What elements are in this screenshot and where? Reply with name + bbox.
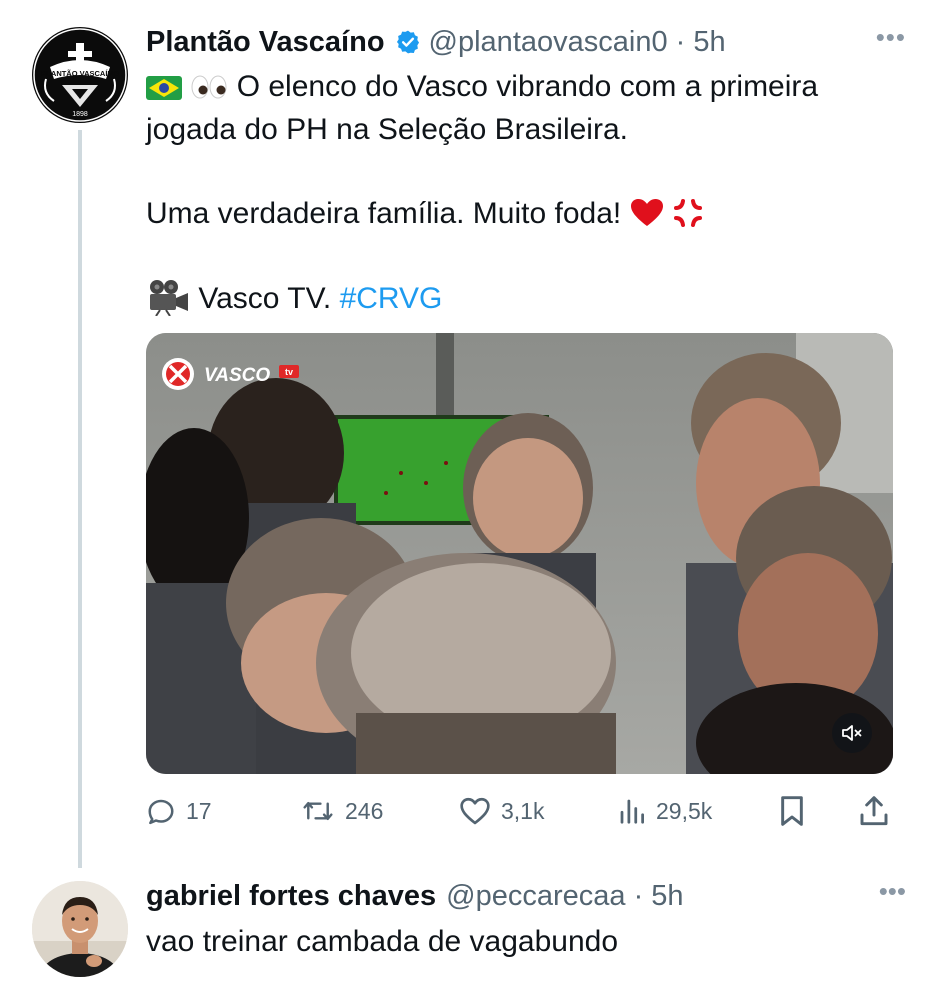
retweet-count: 246 xyxy=(345,797,384,824)
reply-avatar-photo xyxy=(32,881,128,977)
reply-author-handle[interactable]: @peccarecaa xyxy=(446,880,625,913)
bookmark-button[interactable] xyxy=(778,790,816,832)
movie-camera-icon xyxy=(146,278,190,322)
vasco-crest-logo: PLANTÃO VASCAÍNO 1898 xyxy=(33,28,127,122)
author-name[interactable]: Plantão Vascaíno xyxy=(146,26,385,59)
author-handle[interactable]: @plantaovascain0 xyxy=(429,26,668,59)
retweet-icon xyxy=(303,801,333,821)
reply-author-avatar[interactable] xyxy=(32,881,128,977)
hashtag-link[interactable]: #CRVG xyxy=(340,282,443,315)
heart-icon xyxy=(460,797,490,825)
reply-author-name[interactable]: gabriel fortes chaves xyxy=(146,880,436,913)
tweet-header: Plantão Vascaíno @plantaovascain0 · 5h xyxy=(146,22,906,62)
avatar-crest-text: PLANTÃO VASCAÍNO xyxy=(41,69,119,78)
avatar-year: 1898 xyxy=(72,111,88,118)
share-icon xyxy=(860,796,888,826)
brazil-flag-icon xyxy=(146,67,182,109)
red-heart-icon xyxy=(630,194,664,236)
dot-separator: · xyxy=(667,25,694,58)
eyes-icon xyxy=(190,67,228,109)
reply-header: gabriel fortes chaves @peccarecaa · 5h xyxy=(146,876,906,916)
thread-connector-line xyxy=(78,130,82,868)
author-avatar[interactable]: PLANTÃO VASCAÍNO 1898 xyxy=(32,27,128,123)
bookmark-icon xyxy=(781,796,803,826)
tweet-line-3: Uma verdadeira família. Muito foda! xyxy=(146,197,622,231)
media-logo-badge: tv xyxy=(285,367,293,377)
views-button[interactable]: 29,5k xyxy=(618,790,712,832)
mute-button[interactable] xyxy=(832,713,872,753)
tweet-video[interactable]: VASCO tv xyxy=(146,333,893,774)
anger-symbol-icon xyxy=(672,194,704,236)
reply-dot-separator: · xyxy=(625,879,652,912)
tweet-line-1: O elenco do Vasco vibrando com a primeir… xyxy=(236,70,819,103)
tweet-actions: 17 246 3,1k 29,5k xyxy=(146,790,896,832)
like-button[interactable]: 3,1k xyxy=(459,790,544,832)
more-options-icon[interactable]: ••• xyxy=(876,22,906,53)
reply-button[interactable]: 17 xyxy=(146,790,212,832)
reply-time[interactable]: 5h xyxy=(651,880,683,913)
tweet-text: O elenco do Vasco vibrando com a primeir… xyxy=(146,66,906,322)
share-button[interactable] xyxy=(859,790,899,832)
reply-more-options-icon[interactable]: ••• xyxy=(879,876,906,907)
reply-count: 17 xyxy=(186,797,212,824)
reply-text: vao treinar cambada de vagabundo xyxy=(146,925,619,958)
views-count: 29,5k xyxy=(656,797,713,824)
like-count: 3,1k xyxy=(501,797,545,824)
tweet-line-2: jogada do PH na Seleção Brasileira. xyxy=(146,113,628,147)
verified-badge-icon xyxy=(395,29,421,55)
speaker-muted-icon xyxy=(842,725,862,741)
tweet-line-4: Vasco TV. xyxy=(198,282,332,316)
comment-icon xyxy=(148,799,174,825)
video-frame-image: VASCO tv xyxy=(146,333,893,774)
retweet-button[interactable]: 246 xyxy=(301,790,383,832)
views-chart-icon xyxy=(620,799,644,824)
tweet-time[interactable]: 5h xyxy=(693,26,725,59)
media-logo-text: VASCO xyxy=(204,365,270,386)
